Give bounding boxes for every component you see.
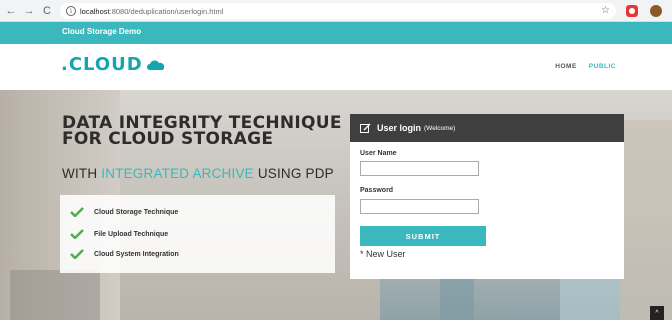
hero-title: DATA INTEGRITY TECHNIQUE FOR CLOUD STORA… — [62, 113, 342, 149]
subtitle-prefix: WITH — [62, 166, 102, 181]
features-box: Cloud Storage Technique File Upload Tech… — [60, 195, 335, 273]
subtitle-accent: INTEGRATED ARCHIVE — [101, 166, 254, 181]
background-image-part — [620, 120, 672, 320]
check-icon — [70, 249, 84, 259]
reload-icon[interactable]: C — [40, 4, 54, 18]
feature-label: Cloud System Integration — [94, 250, 179, 258]
edit-icon — [360, 123, 371, 133]
url-host: localhost — [80, 6, 110, 16]
password-label: Password — [360, 187, 394, 194]
background-image-part — [10, 270, 100, 320]
chevron-up-icon[interactable]: ^ — [650, 306, 664, 320]
logo-text: .CLOUD — [61, 54, 143, 75]
username-input[interactable] — [360, 161, 479, 176]
profile-avatar-icon[interactable] — [650, 5, 662, 17]
feature-label: Cloud Storage Technique — [94, 208, 179, 216]
hero-subtitle: WITH INTEGRATED ARCHIVE USING PDP — [62, 166, 334, 181]
check-icon — [70, 207, 84, 217]
extension-icon[interactable] — [626, 5, 638, 17]
cloud-icon — [146, 59, 164, 70]
main-nav: HOME PUBLIC — [555, 63, 616, 70]
username-label: User Name — [360, 150, 397, 157]
password-input[interactable] — [360, 199, 479, 214]
feature-item: File Upload Technique — [70, 229, 168, 239]
browser-toolbar: ← → C i localhost:8080/deduplication/use… — [0, 0, 672, 22]
star-icon[interactable]: ☆ — [601, 5, 610, 16]
nav-home[interactable]: HOME — [555, 63, 577, 70]
login-subtitle: (Welcome) — [424, 124, 456, 132]
login-panel: User login (Welcome) User Name Password … — [350, 114, 624, 279]
back-icon[interactable]: ← — [4, 4, 18, 18]
check-icon — [70, 229, 84, 239]
info-icon[interactable]: i — [66, 6, 76, 16]
site-logo[interactable]: .CLOUD — [61, 54, 167, 75]
hero-section: DATA INTEGRITY TECHNIQUE FOR CLOUD STORA… — [0, 90, 672, 320]
submit-button[interactable]: SUBMIT — [360, 226, 486, 246]
forward-icon[interactable]: → — [22, 4, 36, 18]
login-header: User login (Welcome) — [350, 114, 624, 142]
feature-item: Cloud System Integration — [70, 249, 179, 259]
new-user-link[interactable]: * New User — [360, 249, 406, 259]
address-bar[interactable]: i localhost:8080/deduplication/userlogin… — [60, 3, 616, 19]
site-header: .CLOUD HOME PUBLIC — [0, 44, 672, 90]
login-title: User login — [377, 123, 422, 133]
brand-text: Cloud Storage Demo — [62, 27, 142, 36]
nav-public[interactable]: PUBLIC — [589, 63, 616, 70]
subtitle-suffix: USING PDP — [253, 166, 334, 181]
feature-item: Cloud Storage Technique — [70, 207, 178, 217]
url-path: :8080/deduplication/userlogin.html — [109, 6, 224, 16]
feature-label: File Upload Technique — [94, 230, 169, 238]
top-bar: Cloud Storage Demo — [0, 22, 672, 44]
